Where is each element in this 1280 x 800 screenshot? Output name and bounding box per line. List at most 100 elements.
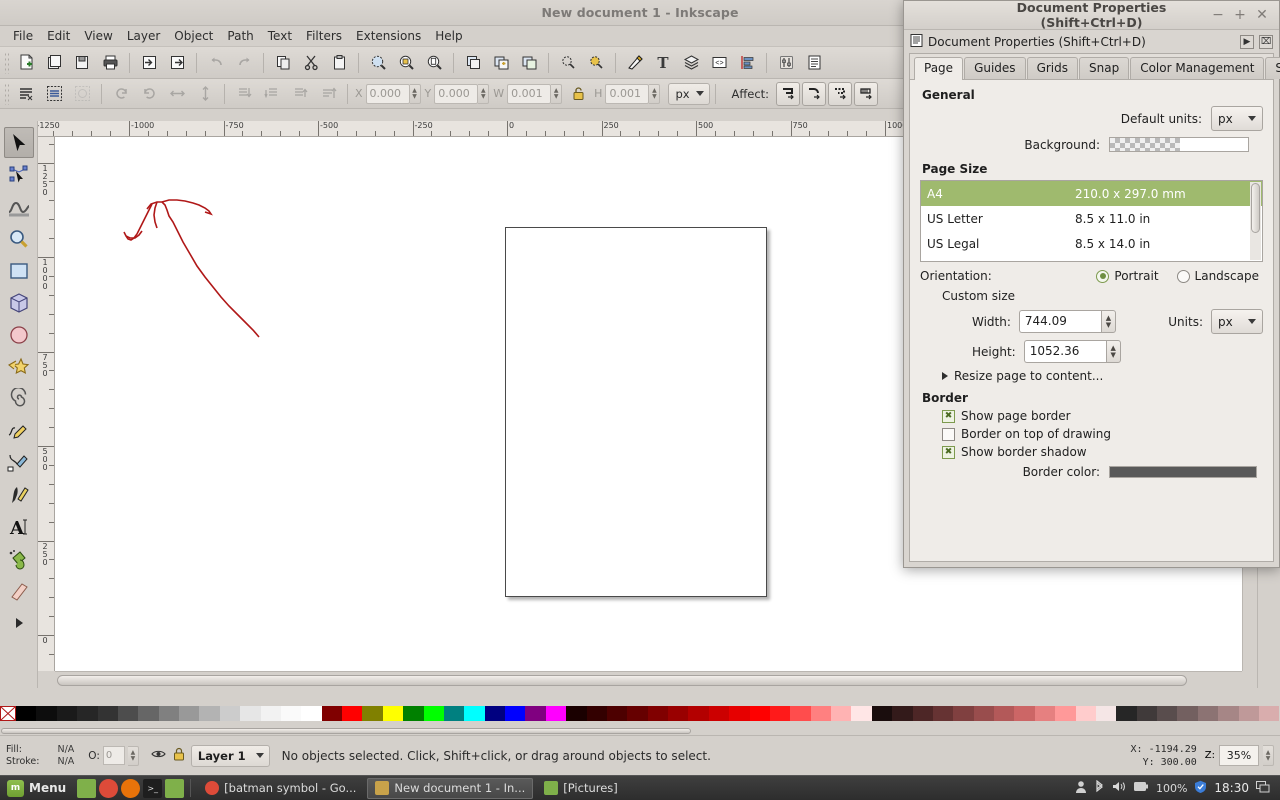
page-height-input[interactable]: 1052.36: [1023, 340, 1106, 363]
opacity-control[interactable]: O: 0 ▲ ▼: [88, 745, 139, 766]
lower-to-bottom-icon[interactable]: [231, 81, 257, 107]
zoom-control[interactable]: Z: 35% ▲ ▼: [1205, 745, 1274, 766]
palette-swatch[interactable]: [831, 706, 852, 721]
maximize-icon[interactable]: +: [1229, 5, 1251, 25]
background-color-swatch[interactable]: [1109, 137, 1249, 152]
fill-stroke-indicator[interactable]: Fill: Stroke: N/A N/A: [6, 744, 74, 768]
duplicate-icon[interactable]: [460, 50, 486, 76]
palette-swatch[interactable]: [16, 706, 37, 721]
zoom-drawing-icon[interactable]: [393, 50, 419, 76]
opacity-input[interactable]: 0: [102, 746, 125, 765]
copy-icon[interactable]: [270, 50, 296, 76]
menu-filters[interactable]: Filters: [299, 27, 349, 45]
undo-icon[interactable]: [203, 50, 229, 76]
palette-swatch[interactable]: [36, 706, 57, 721]
show-border-shadow-row[interactable]: ✖ Show border shadow: [942, 445, 1263, 459]
y-coordinate-field[interactable]: Y 0.000 ▲ ▼: [425, 83, 490, 104]
dialog-titlebar[interactable]: Document Properties (Shift+Ctrl+D) − + ✕: [904, 0, 1279, 30]
paste-icon[interactable]: [326, 50, 352, 76]
select-all-layers-icon[interactable]: [41, 81, 67, 107]
raise-icon[interactable]: [287, 81, 313, 107]
align-distribute-icon[interactable]: [734, 50, 760, 76]
page-width-spinner[interactable]: ▲ ▼: [1100, 310, 1116, 333]
bluetooth-icon[interactable]: [1094, 779, 1105, 796]
paintbucket-tool[interactable]: [4, 543, 34, 574]
object-transform-icon[interactable]: [583, 50, 609, 76]
palette-swatch[interactable]: [953, 706, 974, 721]
menu-text[interactable]: Text: [261, 27, 299, 45]
import-icon[interactable]: [136, 50, 162, 76]
affect-patterns-button[interactable]: [854, 81, 879, 106]
palette-swatch[interactable]: [994, 706, 1015, 721]
palette-swatch[interactable]: [912, 706, 933, 721]
palette-swatch[interactable]: [769, 706, 791, 721]
palette-swatch[interactable]: [647, 706, 668, 721]
tab-color-management[interactable]: Color Management: [1130, 57, 1265, 79]
page-size-row-a4[interactable]: A4 210.0 x 297.0 mm: [921, 181, 1262, 206]
tab-snap[interactable]: Snap: [1079, 57, 1130, 79]
palette-swatch[interactable]: [1095, 706, 1117, 721]
zoom-tool[interactable]: [4, 223, 34, 254]
bezier-tool[interactable]: [4, 447, 34, 478]
star-tool[interactable]: [4, 351, 34, 382]
palette-swatch[interactable]: [1197, 706, 1219, 721]
palette-swatch[interactable]: [505, 706, 526, 721]
orientation-portrait-radio[interactable]: Portrait: [1096, 269, 1159, 283]
palette-swatch[interactable]: [1116, 706, 1137, 721]
affect-stroke-width-button[interactable]: [776, 81, 801, 106]
horizontal-scrollbar-thumb[interactable]: [57, 675, 1187, 686]
select-all-icon[interactable]: [13, 81, 39, 107]
palette-swatch[interactable]: [199, 706, 220, 721]
document-properties-icon[interactable]: [801, 50, 827, 76]
node-tool[interactable]: [4, 159, 34, 190]
tab-scripting[interactable]: Scripting: [1265, 57, 1280, 79]
palette-swatch[interactable]: [260, 706, 281, 721]
border-on-top-row[interactable]: Border on top of drawing: [942, 427, 1263, 441]
y-spinner[interactable]: ▲ ▼: [478, 83, 490, 104]
palette-swatch[interactable]: [668, 706, 689, 721]
tweak-tool[interactable]: [4, 191, 34, 222]
volume-icon[interactable]: [1112, 780, 1127, 796]
start-menu-button[interactable]: m Menu: [4, 778, 74, 799]
toolbar-grip[interactable]: [4, 51, 9, 74]
redo-icon[interactable]: [231, 50, 257, 76]
palette-swatch[interactable]: [1238, 706, 1259, 721]
layer-visibility-eye-icon[interactable]: [151, 748, 166, 763]
page-size-scrollbar[interactable]: [1250, 182, 1261, 260]
palette-swatch[interactable]: [606, 706, 628, 721]
text-tool[interactable]: A: [4, 511, 34, 542]
palette-swatch[interactable]: [1014, 706, 1035, 721]
palette-swatch[interactable]: [97, 706, 118, 721]
palette-swatch[interactable]: [892, 706, 913, 721]
tab-grids[interactable]: Grids: [1026, 57, 1078, 79]
palette-swatch[interactable]: [851, 706, 872, 721]
open-document-icon[interactable]: [41, 50, 67, 76]
minimize-icon[interactable]: −: [1207, 5, 1229, 25]
layer-selector[interactable]: Layer 1: [190, 744, 270, 767]
save-document-icon[interactable]: [69, 50, 95, 76]
group-icon[interactable]: [488, 50, 514, 76]
cut-icon[interactable]: [298, 50, 324, 76]
files-launcher-icon[interactable]: [165, 778, 185, 798]
xml-editor-icon[interactable]: <>: [706, 50, 732, 76]
flip-vertical-icon[interactable]: [192, 81, 218, 107]
palette-scrollbar-thumb[interactable]: [1, 728, 691, 734]
taskbar-files-window[interactable]: [Pictures]: [536, 778, 626, 799]
palette-swatch[interactable]: [627, 706, 648, 721]
text-dialog-icon[interactable]: T: [650, 50, 676, 76]
palette-swatch[interactable]: [179, 706, 200, 721]
fill-stroke-dialog-icon[interactable]: [622, 50, 648, 76]
w-spinner[interactable]: ▲ ▼: [551, 83, 563, 104]
palette-swatch[interactable]: [443, 706, 465, 721]
menu-edit[interactable]: Edit: [40, 27, 77, 45]
red-freehand-path[interactable]: [95, 182, 295, 382]
close-icon[interactable]: ✕: [1251, 5, 1273, 25]
palette-swatch[interactable]: [871, 706, 893, 721]
palette-swatch[interactable]: [464, 706, 485, 721]
calligraphy-tool[interactable]: [4, 479, 34, 510]
palette-swatch[interactable]: [749, 706, 770, 721]
box3d-tool[interactable]: [4, 287, 34, 318]
user-account-icon[interactable]: [1075, 780, 1087, 796]
document-page[interactable]: [505, 227, 767, 597]
deselect-icon[interactable]: [69, 81, 95, 107]
